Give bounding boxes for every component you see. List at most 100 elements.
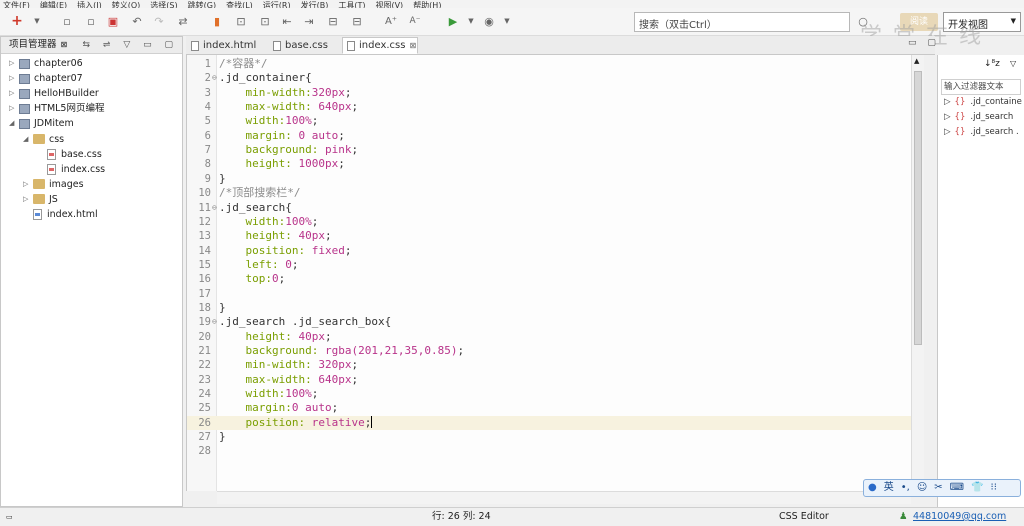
tree-item[interactable]: ▷ HelloHBuilder xyxy=(9,86,99,101)
tree-item[interactable]: ▷ HTML5网页编程 xyxy=(9,101,104,116)
format-icon[interactable]: ⇄ xyxy=(176,14,190,28)
code-line[interactable]: 25 margin:0 auto; xyxy=(187,401,911,415)
tree-item[interactable]: index.html xyxy=(23,207,98,222)
tree-item[interactable]: base.css xyxy=(37,147,102,162)
code-line[interactable]: 23 max-width: 640px; xyxy=(187,373,911,387)
code-line[interactable]: 1 /*容器*/ xyxy=(187,57,911,71)
outline-menu-icon[interactable]: ▽ xyxy=(1010,59,1016,68)
tab-index-html[interactable]: index.html xyxy=(186,37,266,54)
run-dropdown-icon[interactable]: ▼ xyxy=(464,14,478,28)
wrap-tag-icon[interactable]: ⊡ xyxy=(258,14,272,28)
ime-grid-icon[interactable]: ⁝⁝ xyxy=(991,482,997,493)
new-tag-icon[interactable]: ⊡ xyxy=(234,14,248,28)
save-all-icon[interactable]: ▫ xyxy=(84,14,98,28)
run-icon[interactable]: ▶ xyxy=(446,14,460,28)
code-line[interactable]: 20 height: 40px; xyxy=(187,330,911,344)
close-file-icon[interactable]: ▣ xyxy=(106,14,120,28)
tree-item[interactable]: ◢ css xyxy=(23,132,64,147)
code-line[interactable]: 11 ⊖ .jd_search{ xyxy=(187,201,911,215)
collapsed-arrow-icon[interactable]: ▷ xyxy=(23,192,33,207)
scroll-up-icon[interactable]: ▲ xyxy=(914,57,919,65)
bookmark-icon[interactable]: ▮ xyxy=(210,14,224,28)
code-line[interactable]: 18} xyxy=(187,301,911,315)
vertical-scrollbar[interactable]: ▲ xyxy=(911,55,924,491)
indent-right-icon[interactable]: ⇥ xyxy=(302,14,316,28)
outline-filter-input[interactable]: 输入过滤器文本 xyxy=(941,79,1021,95)
code-line[interactable]: 21 background: rgba(201,21,35,0.85); xyxy=(187,344,911,358)
code-editor[interactable]: 1/*容器*/2 ⊖ .jd_container{3 min-width:320px… xyxy=(186,55,911,491)
collapsed-arrow-icon[interactable]: ▷ xyxy=(944,112,951,122)
uncomment-icon[interactable]: ⊟ xyxy=(350,14,364,28)
collapsed-arrow-icon[interactable]: ▷ xyxy=(23,177,33,192)
browser-icon[interactable]: ◉ xyxy=(482,14,496,28)
tree-item[interactable]: ▷ images xyxy=(23,177,84,192)
collapsed-arrow-icon[interactable]: ▷ xyxy=(944,97,951,107)
outline-item[interactable]: ▷{} .jd_search xyxy=(944,110,1013,125)
ime-keyboard-icon[interactable]: ⌨ xyxy=(950,482,964,493)
fold-toggle-icon[interactable]: ⊖ xyxy=(212,71,217,85)
new-dropdown-icon[interactable]: ▼ xyxy=(30,14,44,28)
fold-toggle-icon[interactable]: ⊖ xyxy=(212,201,217,215)
ime-emoji-icon[interactable]: ☺ xyxy=(917,482,927,493)
expanded-arrow-icon[interactable]: ◢ xyxy=(9,116,19,131)
indent-left-icon[interactable]: ⇤ xyxy=(280,14,294,28)
collapsed-arrow-icon[interactable]: ▷ xyxy=(9,56,19,71)
tree-item[interactable]: index.css xyxy=(37,162,105,177)
fold-toggle-icon[interactable]: ⊖ xyxy=(212,315,217,329)
code-line[interactable]: 10 /*顶部搜索栏*/ xyxy=(187,186,911,200)
collapsed-arrow-icon[interactable]: ▷ xyxy=(944,127,951,137)
outline-item[interactable]: ▷{} .jd_containe xyxy=(944,95,1022,110)
close-icon[interactable]: ⊠ xyxy=(61,40,68,49)
code-line[interactable]: 6 margin: 0 auto; xyxy=(187,129,911,143)
code-line[interactable]: 28 xyxy=(187,444,911,458)
user-account-link[interactable]: 44810049@qq.com xyxy=(913,508,1006,526)
expanded-arrow-icon[interactable]: ◢ xyxy=(23,132,33,147)
ime-language[interactable]: 英 xyxy=(884,482,894,493)
ime-scissors-icon[interactable]: ✂ xyxy=(934,482,942,493)
code-line[interactable]: 5 width:100%; xyxy=(187,114,911,128)
panel-controls[interactable]: ⇆ ⇌ ▽ ▭ ▢ xyxy=(83,37,178,53)
code-line[interactable]: 17 xyxy=(187,287,911,301)
close-icon[interactable]: ⊠ xyxy=(409,41,416,50)
code-line[interactable]: 8 height: 1000px; xyxy=(187,157,911,171)
font-increase-icon[interactable]: A⁺ xyxy=(384,14,398,28)
ime-punctuation-icon[interactable]: •, xyxy=(901,482,910,493)
ime-skin-icon[interactable]: 👕 xyxy=(971,482,983,493)
sort-icon[interactable]: ↓⁸z xyxy=(984,59,1000,69)
undo-icon[interactable]: ↶ xyxy=(130,14,144,28)
editor-controls[interactable]: ▭ ▢ xyxy=(908,38,940,48)
code-line[interactable]: 2 ⊖ .jd_container{ xyxy=(187,71,911,85)
code-line[interactable]: 9} xyxy=(187,172,911,186)
collapsed-arrow-icon[interactable]: ▷ xyxy=(9,71,19,86)
code-line[interactable]: 13 height: 40px; xyxy=(187,229,911,243)
collapsed-arrow-icon[interactable]: ▷ xyxy=(9,101,19,116)
tree-item[interactable]: ▷ JS xyxy=(23,192,58,207)
code-line[interactable]: 14 position: fixed; xyxy=(187,244,911,258)
redo-icon[interactable]: ↷ xyxy=(152,14,166,28)
code-line[interactable]: 26 position: relative; xyxy=(187,415,911,431)
tree-item[interactable]: ▷ chapter06 xyxy=(9,56,83,71)
tab-index-css[interactable]: index.css ⊠ xyxy=(342,37,418,54)
new-icon[interactable]: + xyxy=(10,13,24,29)
comment-icon[interactable]: ⊟ xyxy=(326,14,340,28)
scroll-thumb[interactable] xyxy=(914,71,922,345)
browser-dropdown-icon[interactable]: ▼ xyxy=(500,14,514,28)
code-line[interactable]: 24 width:100%; xyxy=(187,387,911,401)
collapsed-arrow-icon[interactable]: ▷ xyxy=(9,86,19,101)
code-line[interactable]: 4 max-width: 640px; xyxy=(187,100,911,114)
search-input[interactable]: 搜索（双击Ctrl） xyxy=(634,12,850,32)
tree-item[interactable]: ◢ JDMitem xyxy=(9,116,74,131)
code-line[interactable]: 19 ⊖ .jd_search .jd_search_box{ xyxy=(187,315,911,329)
code-line[interactable]: 16 top:0; xyxy=(187,272,911,286)
tab-base-css[interactable]: base.css xyxy=(268,37,340,54)
save-icon[interactable]: ▫ xyxy=(60,14,74,28)
outline-item[interactable]: ▷{} .jd_search . xyxy=(944,125,1019,140)
code-line[interactable]: 3 min-width:320px; xyxy=(187,86,911,100)
font-decrease-icon[interactable]: A⁻ xyxy=(408,14,422,28)
code-line[interactable]: 22 min-width: 320px; xyxy=(187,358,911,372)
tree-item[interactable]: ▷ chapter07 xyxy=(9,71,83,86)
code-line[interactable]: 7 background: pink; xyxy=(187,143,911,157)
code-line[interactable]: 27} xyxy=(187,430,911,444)
code-line[interactable]: 12 width:100%; xyxy=(187,215,911,229)
code-line[interactable]: 15 left: 0; xyxy=(187,258,911,272)
